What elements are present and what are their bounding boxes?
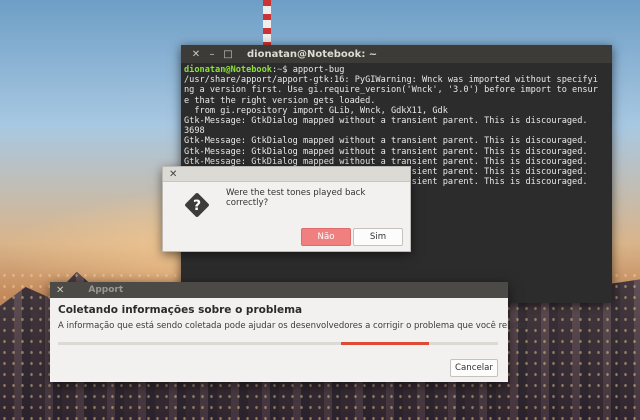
progress-bar-pulse [341,342,429,345]
terminal-line: ng a version first. Use gi.require_versi… [184,85,598,96]
apport-window[interactable]: ✕ Apport Coletando informações sobre o p… [50,282,531,382]
test-tones-dialog[interactable]: ✕ ? Were the test tones played back corr… [162,166,411,252]
terminal-line: Gtk-Message: GtkDialog mapped without a … [184,146,588,157]
terminal-line: 3698 [184,126,205,137]
dialog-titlebar[interactable]: ✕ [163,167,410,182]
minimize-icon[interactable]: – [205,49,219,60]
terminal-line: from gi.repository import GLib, Wnck, Gd… [184,105,448,116]
close-icon[interactable]: ✕ [56,285,64,296]
apport-description: A informação que está sendo coletada pod… [58,321,532,331]
no-button[interactable]: Não [301,228,351,246]
terminal-line: Gtk-Message: GtkDialog mapped without a … [184,116,588,127]
progress-bar [58,342,498,345]
yes-button[interactable]: Sim [353,228,403,246]
close-icon[interactable]: ✕ [189,49,203,60]
cancel-button[interactable]: Cancelar [450,359,498,377]
terminal-line: /usr/share/apport/apport-gtk:16: PyGIWar… [184,75,598,86]
terminal-line: Gtk-Message: GtkDialog mapped without a … [184,136,588,147]
terminal-titlebar[interactable]: ✕ – □ dionatan@Notebook: ~ [181,45,612,63]
apport-heading: Coletando informações sobre o problema [58,304,303,316]
prompt-command: $ apport-bug [282,65,345,75]
question-icon: ? [185,193,209,217]
dialog-question: Were the test tones played back correctl… [226,188,366,208]
terminal-title: dionatan@Notebook: ~ [247,48,378,60]
prompt-user: dionatan@Notebook [184,65,272,75]
svg-text:?: ? [193,198,201,214]
apport-titlebar[interactable]: ✕ Apport [50,282,508,298]
terminal-line: e that the right version gets loaded. [184,95,376,106]
maximize-icon[interactable]: □ [221,49,235,60]
apport-title: Apport [88,285,124,295]
close-icon[interactable]: ✕ [169,169,177,180]
